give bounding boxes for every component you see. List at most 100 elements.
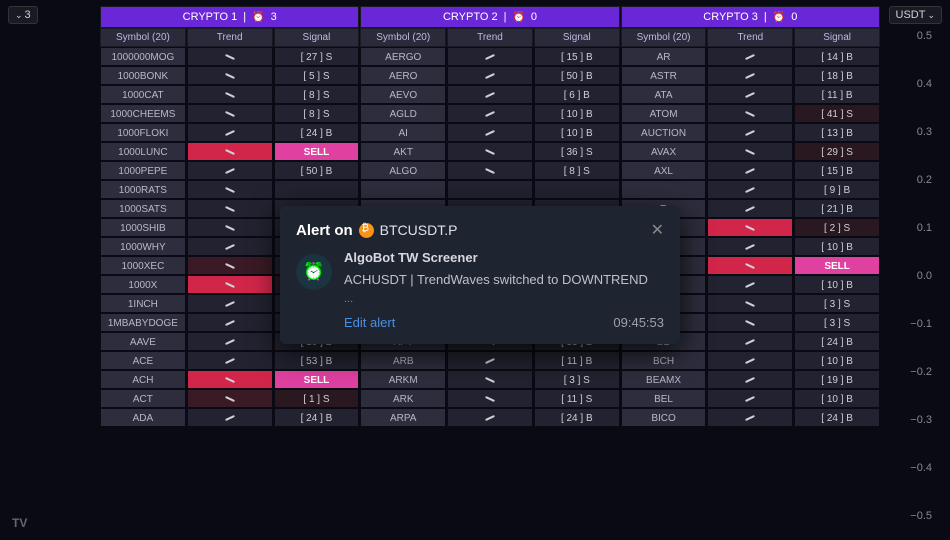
alarm-icon: ⏰ <box>252 12 264 23</box>
signal-cell: [ 27 ] S <box>274 47 360 66</box>
signal-cell: [ 10 ] B <box>794 275 880 294</box>
table-row: ARKM[ 3 ] S <box>360 370 619 389</box>
table-row: AEVO [ 6 ] B <box>360 85 619 104</box>
signal-cell: [ 15 ] B <box>534 47 620 66</box>
symbol-cell[interactable]: AUCTION <box>621 123 707 142</box>
signal-cell: [ 3 ] S <box>794 294 880 313</box>
trend-cell <box>707 275 793 294</box>
column-header[interactable]: Symbol (20) <box>621 28 707 47</box>
symbol-cell[interactable]: AGLD <box>360 104 446 123</box>
symbol-cell[interactable]: 1000BONK <box>100 66 186 85</box>
symbol-cell[interactable]: ALGO <box>360 161 446 180</box>
symbol-cell[interactable]: ARB <box>360 351 446 370</box>
symbol-cell[interactable]: AI <box>360 123 446 142</box>
column-header[interactable]: Signal <box>794 28 880 47</box>
group-header[interactable]: CRYPTO 2|⏰0 <box>360 6 619 28</box>
column-header[interactable]: Trend <box>187 28 273 47</box>
edit-alert-link[interactable]: Edit alert <box>344 315 395 330</box>
symbol-cell[interactable]: BCH <box>621 351 707 370</box>
column-header[interactable]: Signal <box>274 28 360 47</box>
symbol-cell[interactable]: 1000CAT <box>100 85 186 104</box>
table-row: ASTR[ 18 ] B <box>621 66 880 85</box>
trend-cell <box>187 275 273 294</box>
quote-currency-selector[interactable]: USDT⌄ <box>889 6 943 24</box>
group-header[interactable]: CRYPTO 1|⏰3 <box>100 6 359 28</box>
column-header[interactable]: Trend <box>447 28 533 47</box>
symbol-cell[interactable]: 1000SATS <box>100 199 186 218</box>
symbol-cell[interactable]: AAVE <box>100 332 186 351</box>
signal-cell: [ 6 ] B <box>534 85 620 104</box>
symbol-cell[interactable]: AXL <box>621 161 707 180</box>
signal-cell: [ 50 ] B <box>274 161 360 180</box>
symbol-cell[interactable]: BEAMX <box>621 370 707 389</box>
trend-cell <box>187 256 273 275</box>
symbol-cell[interactable]: ACE <box>100 351 186 370</box>
symbol-cell[interactable]: 1000RATS <box>100 180 186 199</box>
symbol-cell[interactable]: 1000WHY <box>100 237 186 256</box>
symbol-cell[interactable]: AEVO <box>360 85 446 104</box>
symbol-cell[interactable]: ASTR <box>621 66 707 85</box>
symbol-cell[interactable]: ATA <box>621 85 707 104</box>
column-header[interactable]: Trend <box>707 28 793 47</box>
symbol-cell[interactable]: 1000000MOG <box>100 47 186 66</box>
table-row: 1000PEPE [ 50 ] B <box>100 161 359 180</box>
symbol-cell[interactable]: AKT <box>360 142 446 161</box>
trend-cell <box>187 370 273 389</box>
symbol-cell[interactable]: AERGO <box>360 47 446 66</box>
table-row: BEAMX[ 19 ] B <box>621 370 880 389</box>
symbol-cell[interactable]: 1000SHIB <box>100 218 186 237</box>
symbol-cell[interactable]: 1000CHEEMS <box>100 104 186 123</box>
alarm-count: 0 <box>791 11 797 23</box>
alert-message: ACHUSDT | TrendWaves switched to DOWNTRE… <box>344 271 664 289</box>
column-header[interactable]: Symbol (20) <box>360 28 446 47</box>
symbol-cell[interactable]: AR <box>621 47 707 66</box>
table-row: 1000CAT[ 8 ] S <box>100 85 359 104</box>
symbol-cell[interactable]: ACT <box>100 389 186 408</box>
symbol-cell[interactable]: 1000XEC <box>100 256 186 275</box>
table-row: AERO [ 50 ] B <box>360 66 619 85</box>
table-row: ARK[ 11 ] S <box>360 389 619 408</box>
trend-cell <box>187 66 273 85</box>
trend-cell <box>447 47 533 66</box>
trend-cell <box>707 294 793 313</box>
pane-selector[interactable]: ⌄3 <box>8 6 38 24</box>
symbol-cell[interactable]: AERO <box>360 66 446 85</box>
symbol-cell[interactable]: 1000PEPE <box>100 161 186 180</box>
symbol-cell[interactable]: ARPA <box>360 408 446 427</box>
symbol-cell[interactable]: ADA <box>100 408 186 427</box>
trend-cell <box>187 180 273 199</box>
symbol-cell[interactable]: AVAX <box>621 142 707 161</box>
signal-cell <box>534 180 620 199</box>
trend-cell <box>187 332 273 351</box>
trend-cell <box>707 370 793 389</box>
trend-cell <box>187 313 273 332</box>
symbol-cell[interactable]: 1MBABYDOGE <box>100 313 186 332</box>
column-header[interactable]: Symbol (20) <box>100 28 186 47</box>
trend-cell <box>447 370 533 389</box>
separator: | <box>243 11 246 23</box>
symbol-cell[interactable]: ARKM <box>360 370 446 389</box>
symbol-cell[interactable]: 1000LUNC <box>100 142 186 161</box>
trend-cell <box>187 142 273 161</box>
symbol-cell[interactable] <box>621 180 707 199</box>
alarm-icon: ⏰ <box>512 12 524 23</box>
symbol-cell[interactable]: ACH <box>100 370 186 389</box>
symbol-cell[interactable]: 1000X <box>100 275 186 294</box>
symbol-cell[interactable]: BEL <box>621 389 707 408</box>
symbol-cell[interactable]: 1INCH <box>100 294 186 313</box>
symbol-cell[interactable]: ARK <box>360 389 446 408</box>
close-icon[interactable]: ✕ <box>651 220 664 240</box>
symbol-cell[interactable]: ATOM <box>621 104 707 123</box>
symbol-cell[interactable] <box>360 180 446 199</box>
signal-cell: [ 36 ] S <box>534 142 620 161</box>
signal-cell: [ 13 ] B <box>794 123 880 142</box>
table-row <box>360 180 619 199</box>
tradingview-logo: TV <box>12 516 27 530</box>
signal-cell: [ 14 ] B <box>794 47 880 66</box>
trend-cell <box>707 313 793 332</box>
signal-cell: [ 50 ] B <box>534 66 620 85</box>
column-header[interactable]: Signal <box>534 28 620 47</box>
group-header[interactable]: CRYPTO 3|⏰0 <box>621 6 880 28</box>
symbol-cell[interactable]: BICO <box>621 408 707 427</box>
symbol-cell[interactable]: 1000FLOKI <box>100 123 186 142</box>
